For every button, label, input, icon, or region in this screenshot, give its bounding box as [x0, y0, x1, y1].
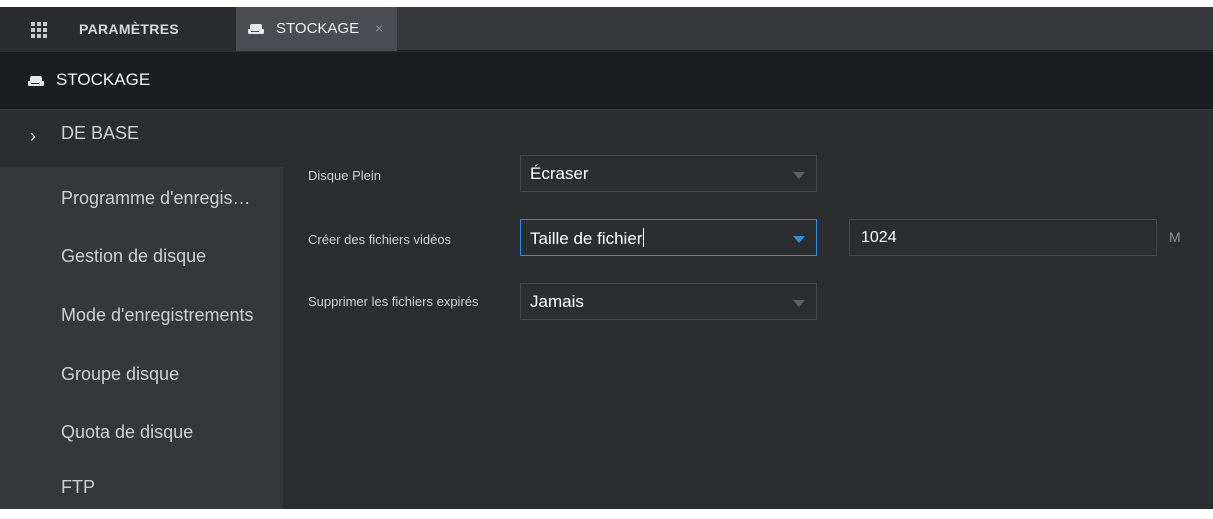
sidebar-item-quota-disque[interactable]: Quota de disque [0, 408, 283, 464]
tab-storage[interactable]: STOCKAGE × [236, 7, 397, 51]
tab-settings[interactable]: PARAMÈTRES [0, 7, 236, 51]
text-cursor [643, 228, 645, 247]
sidebar-item-label: DE BASE [61, 123, 140, 143]
sidebar-item-label: Quota de disque [61, 422, 194, 442]
main-panel: Disque Plein Écraser Créer des fichiers … [283, 111, 1213, 509]
sidebar-item-label: FTP [61, 477, 95, 497]
chevron-down-icon [793, 236, 805, 243]
sidebar-item-label: Mode d'enregistrements [61, 305, 254, 325]
create-files-select[interactable]: Taille de fichier [520, 219, 817, 256]
sidebar-item-programme-enregistrement[interactable]: Programme d'enregis… [0, 174, 283, 230]
sidebar-item-label: Groupe disque [61, 364, 180, 384]
page-header: STOCKAGE [0, 52, 1213, 110]
delete-expired-label: Supprimer les fichiers expirés [308, 294, 479, 309]
sidebar: › DE BASE Programme d'enregis… Gestion d… [0, 111, 283, 509]
tab-bar: PARAMÈTRES STOCKAGE × [0, 7, 1213, 51]
sidebar-item-label: Programme d'enregis… [61, 188, 251, 208]
delete-expired-select[interactable]: Jamais [520, 283, 817, 320]
disk-full-select[interactable]: Écraser [520, 155, 817, 192]
close-tab-icon[interactable]: × [375, 20, 383, 36]
hard-disk-icon [28, 76, 44, 86]
tab-storage-label: STOCKAGE [276, 20, 360, 37]
file-size-field[interactable] [849, 219, 1157, 256]
page-title: STOCKAGE [56, 70, 151, 89]
file-size-input[interactable] [850, 220, 1156, 255]
chevron-down-icon [793, 300, 805, 307]
sidebar-item-mode-enregistrements[interactable]: Mode d'enregistrements [0, 291, 283, 347]
app-window: PARAMÈTRES STOCKAGE × STOCKAGE › DE BASE… [0, 7, 1213, 509]
disk-full-label: Disque Plein [308, 168, 381, 183]
create-files-value-wrap: Taille de fichier [530, 228, 645, 249]
apps-grid-icon[interactable] [31, 22, 47, 38]
chevron-down-icon [793, 172, 805, 179]
chevron-right-icon: › [30, 126, 36, 146]
tab-settings-label: PARAMÈTRES [79, 21, 179, 37]
sidebar-item-gestion-disque[interactable]: Gestion de disque [0, 232, 283, 288]
sidebar-item-de-base[interactable]: › DE BASE [0, 111, 283, 167]
create-files-value: Taille de fichier [530, 229, 643, 248]
file-size-unit: M [1169, 229, 1181, 245]
sidebar-item-groupe-disque[interactable]: Groupe disque [0, 350, 283, 406]
delete-expired-value: Jamais [530, 292, 584, 311]
disk-full-value: Écraser [530, 164, 589, 183]
sidebar-item-label: Gestion de disque [61, 246, 207, 266]
sidebar-item-ftp[interactable]: FTP [0, 463, 283, 519]
create-files-label: Créer des fichiers vidéos [308, 232, 452, 247]
hard-disk-icon [248, 24, 264, 34]
